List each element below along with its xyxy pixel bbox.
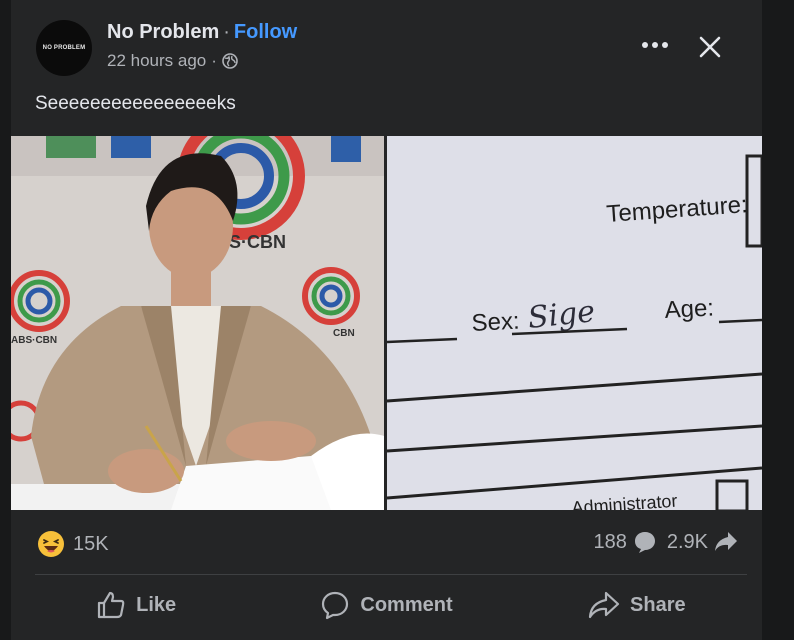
thumbs-up-icon [98, 591, 125, 619]
share-label: Share [630, 593, 686, 616]
like-label: Like [136, 593, 177, 616]
post-stats: 15K 188 2.9K [11, 522, 762, 566]
separator-dot: · [223, 21, 230, 43]
post-actions: Like Comment Share [11, 580, 762, 630]
author-name[interactable]: No Problem [107, 21, 219, 43]
post-timestamp[interactable]: 22 hours ago [107, 51, 206, 71]
like-button[interactable]: Like [11, 580, 261, 630]
sex-label: Sex: [471, 308, 520, 337]
logo-text-center: S·CBN [229, 232, 286, 252]
post-image-left[interactable]: S·CBN ABS·CBN CBN [11, 136, 384, 510]
comments-count[interactable]: 188 [593, 530, 656, 554]
comment-bubble-icon [634, 532, 655, 553]
comment-label: Comment [360, 593, 453, 616]
avatar-text: NO PROBLEM [42, 45, 86, 51]
shares-count[interactable]: 2.9K [667, 531, 738, 554]
reactions-summary[interactable]: 15K [37, 530, 109, 558]
reaction-count: 15K [73, 532, 109, 555]
post-caption: Seeeeeeeeeeeeeeeeks [35, 93, 236, 114]
age-label: Age: [664, 294, 715, 324]
logo-text-left: ABS·CBN [11, 335, 57, 346]
haha-emoji-icon [38, 531, 64, 557]
follow-button[interactable]: Follow [234, 21, 297, 43]
post-meta: 22 hours ago · [107, 51, 238, 71]
meta-separator: · [211, 51, 217, 70]
engagement-counts: 188 2.9K [593, 530, 738, 554]
share-button[interactable]: Share [512, 580, 762, 630]
avatar[interactable]: NO PROBLEM [36, 20, 92, 76]
form-photo: Temperature: Sex: Sige Age: Administrato… [387, 136, 762, 510]
globe-icon[interactable] [222, 53, 238, 69]
logo-text-right: CBN [333, 328, 355, 339]
actions-divider [35, 574, 747, 575]
close-button[interactable] [695, 33, 725, 61]
page-background-strip [762, 0, 794, 630]
author-row: No Problem · Follow [107, 21, 297, 44]
man-signing-photo: S·CBN ABS·CBN CBN [11, 136, 384, 510]
share-arrow-icon [715, 532, 737, 551]
shares-count-value: 2.9K [666, 530, 708, 553]
comment-button[interactable]: Comment [261, 580, 511, 630]
post-header: NO PROBLEM No Problem · Follow 22 hours ag… [11, 0, 762, 90]
more-options-button[interactable] [640, 33, 670, 57]
more-options-icon [642, 42, 668, 48]
comments-count-value: 188 [593, 530, 627, 553]
share-icon [588, 591, 620, 619]
post-image-right[interactable]: Temperature: Sex: Sige Age: Administrato… [387, 136, 762, 510]
close-icon [699, 36, 721, 58]
post-card: NO PROBLEM No Problem · Follow 22 hours ag… [11, 0, 762, 640]
comment-icon [322, 591, 349, 620]
